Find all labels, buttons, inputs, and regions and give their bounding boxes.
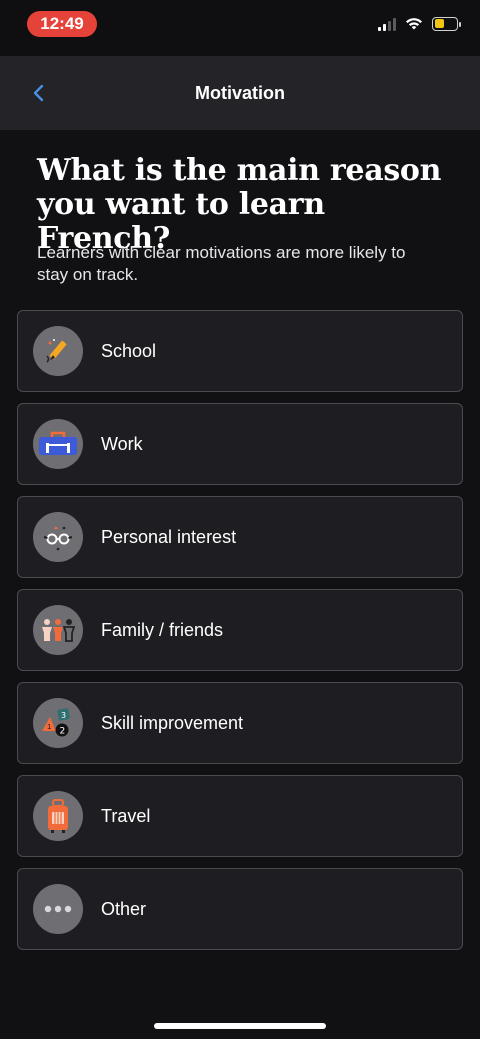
wifi-icon [406,18,422,30]
briefcase-icon [33,419,83,469]
svg-text:2: 2 [60,727,66,737]
option-school[interactable]: School [17,310,463,392]
motivation-screen: 12:49 Motivation What is the main reason… [0,0,480,1039]
chevron-left-icon [33,84,44,102]
status-time[interactable]: 12:49 [27,11,97,37]
option-label: Travel [101,805,151,826]
glasses-icon [33,512,83,562]
option-travel[interactable]: Travel [17,775,463,857]
status-icons [378,16,461,31]
ellipsis-icon [33,884,83,934]
option-label: Skill improvement [101,712,244,733]
option-label: School [101,340,157,361]
suitcase-icon [33,791,83,841]
battery-level [434,19,444,28]
home-indicator[interactable] [154,1023,326,1029]
cellular-signal-icon [378,17,396,31]
option-label: Other [101,898,147,919]
nav-bar: Motivation [0,56,480,130]
number-tiles-icon: 1 3 2 [33,698,83,748]
pencil-icon [33,326,83,376]
option-family-friends[interactable]: Family / friends [17,589,463,671]
people-icon [33,605,83,655]
option-other[interactable]: Other [17,868,463,950]
page-subtitle: Learners with clear motivations are more… [37,243,406,284]
option-personal-interest[interactable]: Personal interest [17,496,463,578]
nav-title: Motivation [195,82,285,103]
option-label: Family / friends [101,619,224,640]
status-bar: 12:49 [0,0,480,56]
motivation-options: School Work Personal interest Family / f… [17,310,463,961]
battery-icon [432,16,461,31]
option-label: Work [101,433,143,454]
svg-text:1: 1 [47,723,51,731]
option-skill-improvement[interactable]: 1 3 2 Skill improvement [17,682,463,764]
option-label: Personal interest [101,526,237,547]
option-work[interactable]: Work [17,403,463,485]
svg-text:3: 3 [61,711,66,720]
back-button[interactable] [26,80,52,106]
page-title: What is the main reason you want to lear… [37,153,442,256]
